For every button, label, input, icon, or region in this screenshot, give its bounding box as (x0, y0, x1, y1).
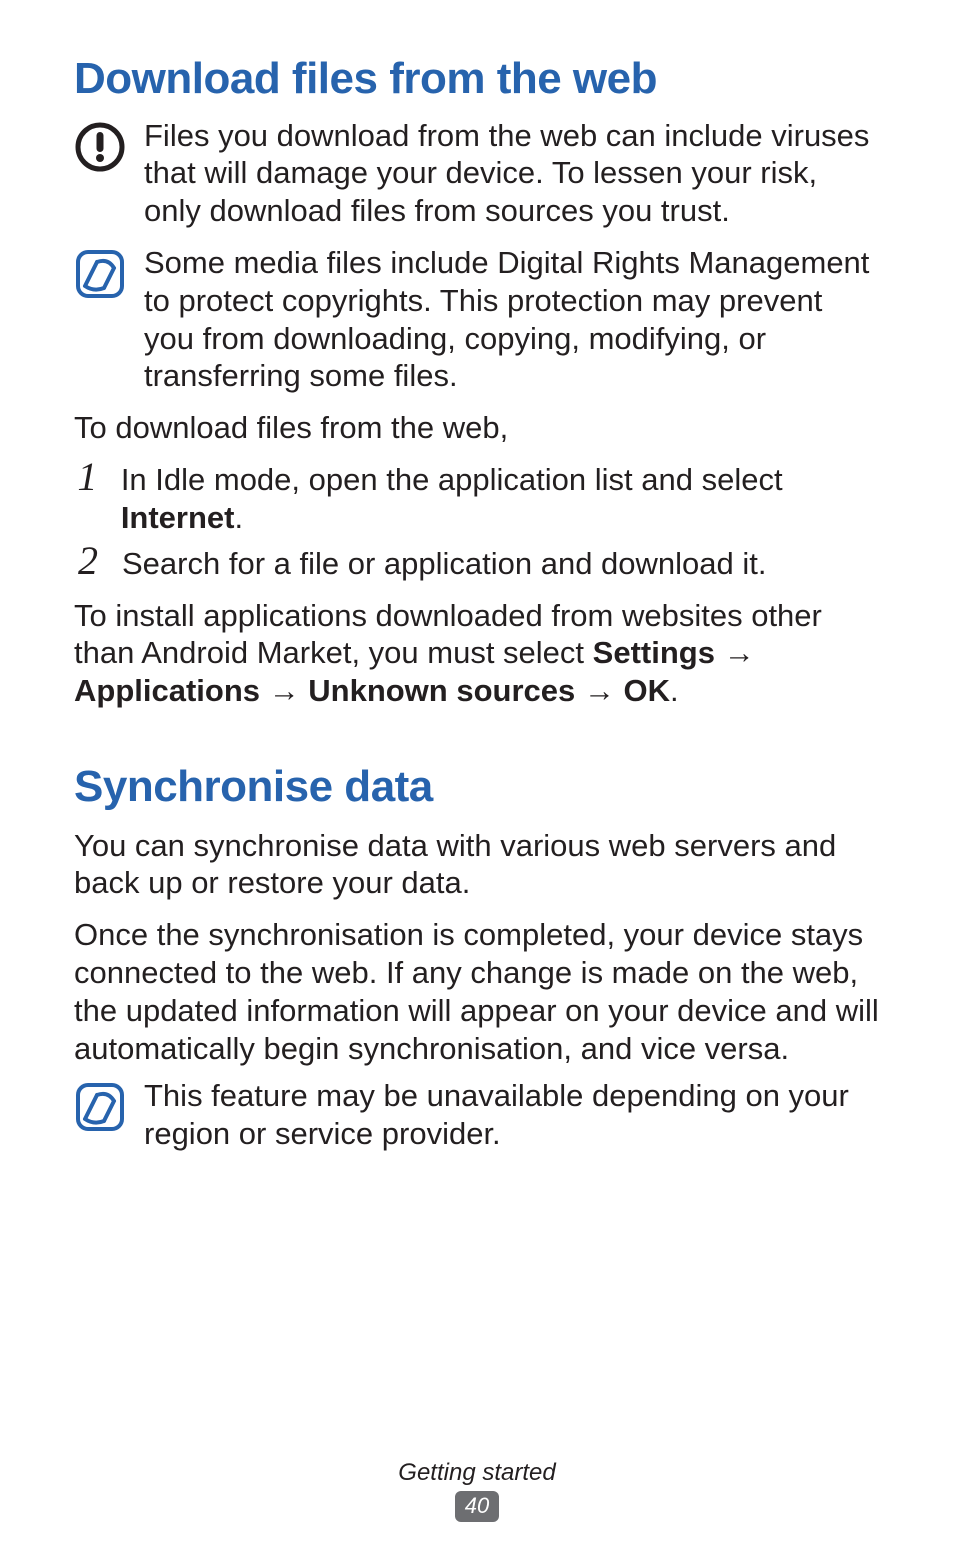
install-b1: Settings (593, 635, 715, 670)
install-b2: Applications (74, 673, 260, 708)
heading-synchronise: Synchronise data (74, 762, 880, 813)
page-footer: Getting started 40 (0, 1459, 954, 1522)
note-icon (74, 1081, 126, 1133)
note-availability-text: This feature may be unavailable dependin… (144, 1077, 880, 1153)
install-b3: Unknown sources (308, 673, 575, 708)
download-steps: 1 In Idle mode, open the application lis… (74, 457, 880, 582)
download-intro: To download files from the web, (74, 409, 880, 447)
note-icon (74, 248, 126, 300)
footer-page-number: 40 (455, 1491, 499, 1522)
step-1: 1 In Idle mode, open the application lis… (74, 457, 880, 537)
step-post: . (235, 500, 244, 535)
step-pre: In Idle mode, open the application list … (121, 462, 783, 497)
sync-p2: Once the synchronisation is completed, y… (74, 916, 880, 1067)
step-pre: Search for a file or application and dow… (122, 546, 767, 581)
callout-note-drm: Some media files include Digital Rights … (74, 244, 880, 395)
step-text: In Idle mode, open the application list … (121, 461, 880, 537)
step-text: Search for a file or application and dow… (122, 545, 767, 583)
install-arrow: → (260, 673, 308, 708)
warning-icon (74, 121, 126, 173)
install-b4: OK (623, 673, 670, 708)
install-arrow: → (715, 635, 755, 670)
note-drm-text: Some media files include Digital Rights … (144, 244, 880, 395)
page-content: Download files from the web Files you do… (0, 0, 954, 1153)
install-instructions: To install applications downloaded from … (74, 597, 880, 710)
step-number: 2 (74, 541, 102, 581)
step-bold: Internet (121, 500, 235, 535)
callout-note-availability: This feature may be unavailable dependin… (74, 1077, 880, 1153)
heading-download: Download files from the web (74, 54, 880, 105)
sync-p1: You can synchronise data with various we… (74, 827, 880, 903)
install-arrow: → (575, 673, 623, 708)
footer-chapter: Getting started (0, 1459, 954, 1487)
warning-text: Files you download from the web can incl… (144, 117, 880, 230)
step-number: 1 (74, 457, 101, 497)
install-post: . (670, 673, 679, 708)
step-2: 2 Search for a file or application and d… (74, 541, 880, 583)
callout-warning: Files you download from the web can incl… (74, 117, 880, 230)
